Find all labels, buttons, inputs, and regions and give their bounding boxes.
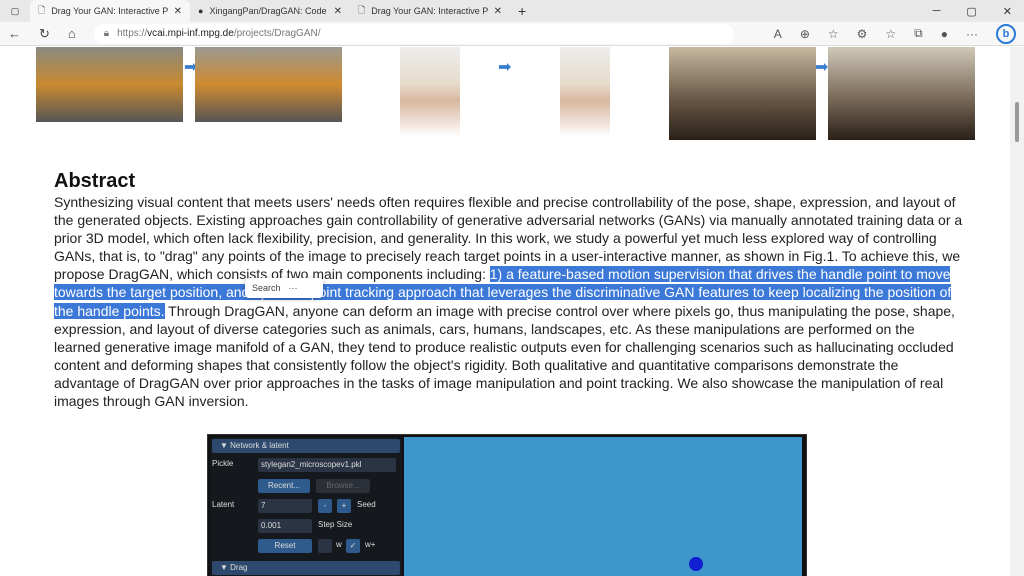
recent-button[interactable]: Recent... — [258, 479, 310, 493]
search-button[interactable]: Search — [252, 283, 281, 293]
close-icon[interactable]: ✕ — [174, 6, 182, 17]
network-latent-header[interactable]: ▼ Network & latent — [212, 439, 400, 453]
minimize-icon[interactable]: ─ — [933, 5, 941, 18]
landscape-before-image — [669, 47, 816, 140]
wplus-checkbox[interactable]: ✓ — [346, 539, 360, 553]
more-icon[interactable]: ··· — [966, 27, 978, 41]
drag-header[interactable]: ▼ Drag — [212, 561, 400, 575]
maximize-icon[interactable]: ▢ — [966, 5, 976, 18]
close-window-icon[interactable]: ✕ — [1003, 5, 1012, 18]
wplus-label: w+ — [365, 540, 376, 549]
step-size-label: Step Size — [318, 520, 353, 529]
extensions-icon[interactable]: ⚙ — [857, 27, 868, 41]
person-before-image — [400, 47, 460, 137]
more-button[interactable]: ··· — [289, 283, 298, 293]
pickle-field[interactable]: stylegan2_microscopev1.pkl — [258, 458, 396, 472]
favorites-icon[interactable]: ☆ — [885, 27, 896, 41]
refresh-icon[interactable]: ↻ — [39, 26, 50, 42]
address-bar-row: ← ↻ ⌂ 🔒︎ https://vcai.mpi-inf.mpg.de/proj… — [0, 22, 1024, 46]
browse-button[interactable]: Browse... — [316, 479, 370, 493]
step-size-field[interactable]: 0.001 — [258, 519, 312, 533]
arrow-icon: ➡ — [498, 59, 512, 76]
reset-button[interactable]: Reset — [258, 539, 312, 553]
tab-github[interactable]: ● XingangPan/DragGAN: Code for ✕ — [190, 0, 350, 22]
control-panel: ▼ Network & latent Pickle stylegan2_micr… — [210, 437, 402, 576]
minus-button[interactable]: - — [318, 499, 332, 513]
plus-button[interactable]: + — [337, 499, 351, 513]
bing-icon[interactable]: b — [996, 23, 1016, 44]
lock-icon: 🔒︎ — [103, 28, 110, 39]
home-icon[interactable]: ⌂ — [68, 26, 76, 41]
page-content: ➡ ➡ ➡ Abstract Synthesizing visual conte… — [0, 47, 1010, 576]
zoom-icon[interactable]: ⊕ — [800, 27, 810, 41]
tab-bar: ▢ 🗋Drag Your GAN: Interactive Point✕ ●Xi… — [0, 0, 1024, 22]
car-before-image — [36, 47, 183, 122]
back-icon[interactable]: ← — [8, 26, 21, 41]
draggan-demo-video: ▼ Network & latent Pickle stylegan2_micr… — [207, 434, 807, 576]
image-canvas[interactable] — [404, 437, 802, 576]
tab-draggan-2[interactable]: 🗋Drag Your GAN: Interactive Point✕ — [350, 0, 510, 22]
landscape-after-image — [828, 47, 975, 140]
w-label: w — [336, 540, 342, 549]
person-after-image — [560, 47, 610, 137]
latent-label: Latent — [212, 500, 235, 509]
abstract-text: Synthesizing visual content that meets u… — [54, 194, 963, 410]
url-input[interactable]: 🔒︎ https://vcai.mpi-inf.mpg.de/projects/D… — [93, 23, 734, 44]
selection-popup: Search ··· — [245, 278, 323, 298]
favorite-add-icon[interactable]: ☆ — [828, 27, 839, 41]
abstract-heading: Abstract — [54, 170, 136, 192]
pickle-label: Pickle — [212, 459, 234, 468]
new-tab-button[interactable]: + — [510, 3, 534, 19]
car-after-image — [195, 47, 342, 122]
handle-point-icon — [689, 557, 703, 571]
seed-label: Seed — [357, 500, 376, 509]
read-aloud-icon[interactable]: A — [774, 27, 782, 41]
profile-avatar[interactable]: ● — [941, 27, 948, 41]
close-icon[interactable]: ✕ — [334, 6, 342, 17]
w-checkbox[interactable] — [318, 539, 332, 553]
page-icon: 🗋 — [358, 5, 366, 15]
page-icon: 🗋 — [38, 5, 46, 15]
tab-draggan-1[interactable]: 🗋Drag Your GAN: Interactive Point✕ — [30, 0, 190, 22]
tab-actions-icon[interactable]: ▢ — [0, 6, 30, 17]
scrollbar-thumb[interactable] — [1015, 102, 1019, 142]
scrollbar[interactable] — [1010, 47, 1024, 576]
close-icon[interactable]: ✕ — [494, 6, 502, 17]
github-icon: ● — [198, 6, 204, 16]
latent-field[interactable]: 7 — [258, 499, 312, 513]
arrow-icon: ➡ — [815, 59, 829, 76]
collections-icon[interactable]: ⧉ — [914, 26, 923, 41]
